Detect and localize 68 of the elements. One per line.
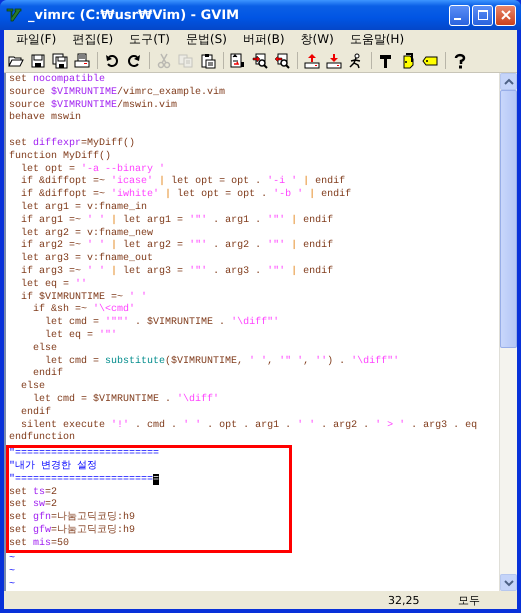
code-line: source $VIMRUNTIME/vimrc_example.vim xyxy=(9,86,226,100)
code-line: set gfn=나눔고딕코딩:h9 xyxy=(9,512,136,524)
code-line: set diffexpr=MyDiff() xyxy=(9,138,136,150)
code-line: endif xyxy=(32,368,64,380)
code-line: let arg1 = v:fname_in xyxy=(20,202,148,214)
close-button[interactable] xyxy=(495,4,516,26)
vertical-scrollbar[interactable] xyxy=(499,73,517,591)
code-line: else xyxy=(20,381,46,394)
chevron-up-icon xyxy=(504,76,514,86)
code-line: let eq = '' xyxy=(20,278,88,292)
menu-item[interactable]: 도움말(H) xyxy=(342,31,412,48)
find-previous-icon[interactable] xyxy=(273,52,291,70)
window-title: _vimrc (C:₩usr₩Vim) - GVIM xyxy=(28,8,240,22)
scrollbar-thumb[interactable] xyxy=(500,90,517,348)
load-session-icon[interactable] xyxy=(303,52,321,70)
code-line: set gfw=나눔고딕코딩:h9 xyxy=(9,524,136,538)
minimize-button[interactable] xyxy=(449,4,470,26)
printer-icon[interactable] xyxy=(73,52,91,70)
find-next-icon[interactable] xyxy=(251,52,269,70)
menu-item[interactable]: 창(W) xyxy=(292,31,342,48)
empty-line-marker: ~ xyxy=(9,553,16,566)
menu-item[interactable]: 도구(T) xyxy=(121,31,178,48)
menu-item[interactable]: 편집(E) xyxy=(64,31,122,48)
scroll-up-button[interactable] xyxy=(500,73,517,90)
code-line: set sw=2 xyxy=(9,499,58,512)
clipboard-icon[interactable] xyxy=(199,52,217,70)
code-line: if arg2 =~ ' ' | let arg2 = '"' . arg2 . '"' | endif xyxy=(20,240,334,252)
code-line: if $VIMRUNTIME =~ ' ' xyxy=(20,292,148,304)
code-line: if &diffopt =~ 'iwhite' | let opt = opt . '-b ' | endif xyxy=(20,189,352,202)
code-line: if arg1 =~ ' ' | let arg1 = '"' . arg1 . '"' | endif xyxy=(20,214,334,228)
code-line: set ts=2 xyxy=(9,486,58,499)
code-line: function MyDiff() xyxy=(9,150,112,164)
code-line: endif xyxy=(20,406,52,420)
menu-item[interactable]: 문법(S) xyxy=(178,31,235,48)
code-line: if &sh =~ '\<cmd' xyxy=(32,304,136,316)
code-line: set nocompatible xyxy=(9,74,106,86)
vim-logo-icon xyxy=(6,7,22,23)
code-line: "======================== xyxy=(9,448,160,460)
code-line: source $VIMRUNTIME/mswin.vim xyxy=(9,100,178,112)
minimize-icon xyxy=(454,18,460,20)
code-line: if arg3 =~ ' ' | let arg3 = '"' . arg3 . '"' | endif xyxy=(20,266,334,278)
cursor-position: 32,25 xyxy=(388,594,420,606)
scroll-position: 모두 xyxy=(458,592,480,608)
save-session-icon[interactable] xyxy=(325,52,343,70)
maximize-button[interactable] xyxy=(472,4,493,26)
menu-item[interactable]: 파일(F) xyxy=(8,31,64,48)
text-cursor: = xyxy=(153,474,160,485)
code-line: let arg2 = v:fname_new xyxy=(20,228,154,240)
code-line: set mis=50 xyxy=(9,538,70,550)
code-line: let opt = '-a --binary ' xyxy=(20,164,166,176)
code-line: if &diffopt =~ 'icase' | let opt = opt . '-i ' | endif xyxy=(20,176,346,188)
code-line: let cmd = substitute($VIMRUNTIME, ' ', '" ', '') . '\diff"' xyxy=(44,356,400,368)
code-line: else xyxy=(32,342,58,356)
code-line: endfunction xyxy=(9,432,76,446)
code-line: let cmd = '""' . $VIMRUNTIME . '\diff"' xyxy=(44,317,280,330)
code-line: let arg3 = v:fname_out xyxy=(20,253,154,266)
code-line: let eq = '"' xyxy=(44,330,118,342)
code-line: let cmd = $VIMRUNTIME . '\diff' xyxy=(32,394,220,406)
empty-line-marker: ~ xyxy=(9,579,16,591)
code-line: behave mswin xyxy=(9,112,82,126)
menu-item[interactable]: 버퍼(B) xyxy=(234,31,293,48)
code-line: silent execute '!' . cmd . ' ' . opt . arg1 . ' ' . arg2 . ' > ' . arg3 . eq xyxy=(20,420,478,432)
floppy-disks-icon[interactable] xyxy=(51,52,69,70)
code-line: "======================== xyxy=(9,474,160,486)
chevron-down-icon xyxy=(504,578,514,588)
scroll-down-button[interactable] xyxy=(500,574,517,591)
code-line: "내가 변경한 설정 xyxy=(9,460,98,474)
empty-line-marker: ~ xyxy=(9,566,16,580)
